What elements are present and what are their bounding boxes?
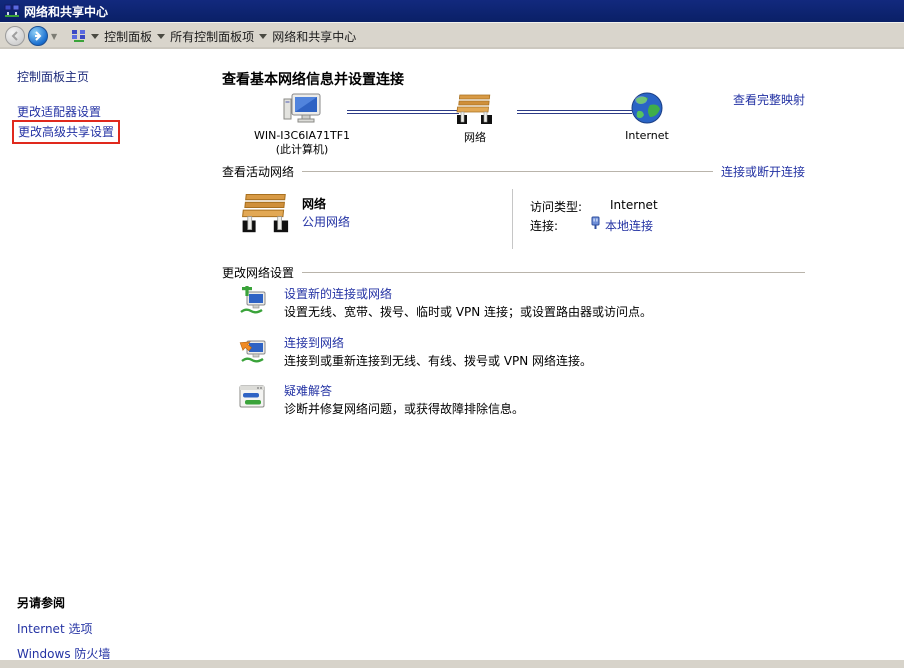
map-connection-line [517,110,632,114]
network-window-icon [4,4,20,18]
sidebar: 控制面板主页 更改适配器设置 更改高级共享设置 另请参阅 Internet 选项… [0,51,212,661]
task-connect-to-network: 连接到网络 连接到或重新连接到无线、有线、拨号或 VPN 网络连接。 [238,334,798,369]
back-button[interactable] [5,26,25,46]
forward-button[interactable] [28,26,48,46]
see-also-internet-options-link[interactable]: Internet 选项 [17,620,110,637]
network-settings-title: 更改网络设置 [222,266,295,280]
computer-icon [282,93,322,128]
window-bottom-border [0,659,904,668]
breadcrumb-item-all-items[interactable]: 所有控制面板项 [170,28,254,45]
connect-to-network-link[interactable]: 连接到网络 [284,334,344,351]
map-node-network[interactable]: 网络 [445,93,505,144]
sidebar-item-change-adapter-settings[interactable]: 更改适配器设置 [17,103,101,120]
connect-to-network-icon [238,335,268,368]
divider [302,171,713,172]
setup-new-connection-link[interactable]: 设置新的连接或网络 [284,285,392,302]
globe-internet-icon [630,91,664,128]
divider [512,189,513,249]
map-connection-line [347,110,459,114]
map-network-label: 网络 [464,131,486,144]
map-node-computer[interactable]: WIN-I3C6IA71TF1 (此计算机) [237,93,367,156]
map-node-internet[interactable]: Internet [616,91,678,142]
sidebar-item-control-panel-home[interactable]: 控制面板主页 [17,68,89,85]
main-pane: 查看基本网络信息并设置连接 查看完整映射 WIN-I3C6IA71TF1 (此计… [222,51,805,659]
breadcrumb-item-control-panel[interactable]: 控制面板 [104,28,152,45]
setup-new-connection-desc: 设置无线、宽带、拨号、临时或 VPN 连接；或设置路由器或访问点。 [284,305,653,319]
troubleshoot-icon [238,383,266,414]
chevron-down-icon[interactable] [259,33,268,39]
connect-to-network-desc: 连接到或重新连接到无线、有线、拨号或 VPN 网络连接。 [284,354,593,368]
highlight-red-box: 更改高级共享设置 [12,120,121,144]
bench-network-icon [455,93,495,130]
troubleshoot-link[interactable]: 疑难解答 [284,382,332,399]
network-type-link[interactable]: 公用网络 [302,213,350,230]
new-connection-icon [238,286,268,319]
task-troubleshoot: 疑难解答 诊断并修复网络问题，或获得故障排除信息。 [238,382,798,417]
window-content: 控制面板主页 更改适配器设置 更改高级共享设置 另请参阅 Internet 选项… [0,51,904,661]
see-also-title: 另请参阅 [17,596,66,610]
breadcrumb-network-icon[interactable] [72,29,86,43]
connections-label: 连接: [530,219,559,233]
title-bar: 网络和共享中心 [0,0,904,22]
ethernet-connection-icon [590,216,601,232]
task-new-connection: 设置新的连接或网络 设置无线、宽带、拨号、临时或 VPN 连接；或设置路由器或访… [238,285,798,320]
chevron-down-icon[interactable] [157,33,166,39]
window-title: 网络和共享中心 [24,4,109,19]
active-networks-title: 查看活动网络 [222,165,295,179]
recent-pages-chevron-icon[interactable]: ▼ [51,32,57,41]
active-networks-section-header: 查看活动网络 连接或断开连接 [222,163,805,180]
computer-sub-label: (此计算机) [275,143,329,156]
connect-disconnect-link[interactable]: 连接或断开连接 [721,163,805,180]
access-type-value: Internet [610,198,658,212]
map-internet-label: Internet [625,129,669,142]
breadcrumb: 控制面板 所有控制面板项 网络和共享中心 [64,28,356,45]
chevron-down-icon[interactable] [91,33,100,39]
bench-network-icon-large [240,191,292,240]
divider [302,272,805,273]
view-full-map-link[interactable]: 查看完整映射 [733,91,805,108]
address-toolbar: ▼ 控制面板 所有控制面板项 网络和共享中心 [0,22,904,50]
active-network-name: 网络 [302,197,327,211]
computer-name-label: WIN-I3C6IA71TF1 [253,129,351,142]
network-settings-section-header: 更改网络设置 [222,264,805,281]
breadcrumb-item-network-sharing-center[interactable]: 网络和共享中心 [272,28,356,45]
access-type-label: 访问类型: [530,200,583,214]
sidebar-item-change-advanced-sharing[interactable]: 更改高级共享设置 [18,125,114,139]
page-title: 查看基本网络信息并设置连接 [222,72,404,88]
local-area-connection-link[interactable]: 本地连接 [605,217,653,234]
troubleshoot-desc: 诊断并修复网络问题，或获得故障排除信息。 [284,402,525,416]
